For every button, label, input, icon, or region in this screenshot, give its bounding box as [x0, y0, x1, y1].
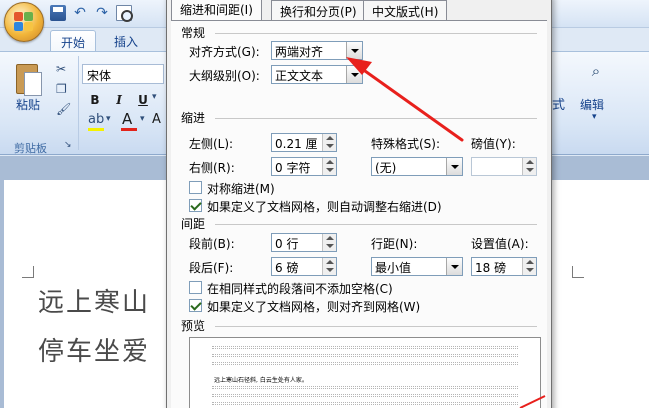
- left-indent-input[interactable]: 0.21 厘: [271, 133, 337, 152]
- alignment-label: 对齐方式(G):: [189, 45, 260, 59]
- line-spacing-label: 行距(N):: [371, 237, 418, 251]
- no-space-same-style-checkbox[interactable]: [189, 281, 202, 294]
- tab-insert[interactable]: 插入: [104, 30, 148, 52]
- spinner-icon[interactable]: [522, 158, 536, 175]
- document-text-line-2: 停车坐爱: [38, 337, 151, 367]
- clipboard-group-label: 剪贴板: [14, 142, 47, 155]
- chevron-down-icon[interactable]: [346, 66, 362, 83]
- tab-indents-spacing[interactable]: 缩进和间距(I): [171, 0, 262, 20]
- styles-label-fragment: 式: [552, 98, 566, 113]
- general-section-title: 常规: [181, 26, 206, 40]
- office-button[interactable]: [4, 2, 44, 42]
- underline-button[interactable]: U: [134, 91, 152, 109]
- highlight-icon[interactable]: ab: [88, 112, 104, 127]
- mirror-indents-checkbox[interactable]: [189, 181, 202, 194]
- spinner-icon[interactable]: [322, 158, 336, 175]
- format-painter-icon[interactable]: 🖌: [56, 102, 71, 116]
- dialog-panel: 常规 对齐方式(G): 两端对齐 大纲级别(O): 正文文本 缩进 左侧(L):…: [171, 20, 547, 408]
- quick-access-toolbar: ↶ ↷: [50, 5, 133, 22]
- special-indent-select[interactable]: (无): [371, 157, 463, 176]
- auto-adjust-indent-checkbox[interactable]: [189, 199, 202, 212]
- undo-icon[interactable]: ↶: [72, 5, 88, 21]
- chevron-down-icon[interactable]: [446, 258, 462, 275]
- spacing-at-label: 设置值(A):: [471, 237, 529, 251]
- font-color-icon[interactable]: A: [122, 110, 132, 128]
- right-indent-input[interactable]: 0 字符: [271, 157, 337, 176]
- outline-level-label: 大纲级别(O):: [189, 69, 260, 83]
- auto-adjust-indent-label: 如果定义了文档网格，则自动调整右缩进(D): [207, 200, 442, 214]
- spinner-icon[interactable]: [522, 258, 536, 275]
- spacing-before-label: 段前(B):: [189, 237, 235, 251]
- spinner-icon[interactable]: [322, 258, 336, 275]
- paste-label: 粘贴: [16, 98, 41, 112]
- binoculars-icon: ⌕: [591, 62, 601, 80]
- italic-button[interactable]: I: [110, 91, 128, 109]
- snap-to-grid-label: 如果定义了文档网格，则对齐到网格(W): [207, 300, 421, 314]
- print-preview-icon[interactable]: [116, 5, 133, 22]
- office-logo-icon: [14, 12, 34, 32]
- spacing-at-input[interactable]: 18 磅: [471, 257, 537, 276]
- left-indent-label: 左侧(L):: [189, 137, 234, 151]
- spacing-before-input[interactable]: 0 行: [271, 233, 337, 252]
- spacing-after-input[interactable]: 6 磅: [271, 257, 337, 276]
- dropdown-arrow-icon[interactable]: ▾: [152, 92, 157, 102]
- preview-section-title: 预览: [181, 319, 206, 333]
- font-name-box[interactable]: 宋体: [82, 64, 164, 84]
- editing-button[interactable]: ⌕ 编辑 ▾: [578, 58, 614, 126]
- document-text-line-1: 远上寒山: [38, 288, 151, 318]
- chevron-down-icon[interactable]: [446, 158, 462, 175]
- cut-icon[interactable]: ✂: [56, 62, 66, 76]
- indent-by-label: 磅值(Y):: [471, 137, 516, 151]
- spacing-after-label: 段后(F):: [189, 261, 234, 275]
- preview-sample-text: 远上寒山石径斜, 白云生处有人家。: [214, 377, 308, 384]
- line-spacing-select[interactable]: 最小值: [371, 257, 463, 276]
- paragraph-dialog: 缩进和间距(I) 换行和分页(P) 中文版式(H) 常规 对齐方式(G): 两端…: [166, 0, 552, 408]
- indent-section-title: 缩进: [181, 111, 206, 125]
- tab-line-page-breaks[interactable]: 换行和分页(P): [271, 0, 366, 20]
- special-indent-label: 特殊格式(S):: [371, 137, 441, 151]
- preview-box: 远上寒山石径斜, 白云生处有人家。: [189, 337, 541, 408]
- redo-icon[interactable]: ↷: [94, 5, 110, 21]
- outline-level-select[interactable]: 正文文本: [271, 65, 363, 84]
- save-icon[interactable]: [50, 5, 66, 21]
- chevron-down-icon[interactable]: [346, 42, 362, 59]
- indent-by-input[interactable]: [471, 157, 537, 176]
- paste-button[interactable]: [12, 60, 46, 98]
- spacing-section-title: 间距: [181, 217, 206, 231]
- mirror-indents-label: 对称缩进(M): [207, 182, 275, 196]
- snap-to-grid-checkbox[interactable]: [189, 299, 202, 312]
- editing-label: 编辑: [580, 98, 605, 112]
- no-space-same-style-label: 在相同样式的段落间不添加空格(C): [207, 282, 393, 296]
- right-indent-label: 右侧(R):: [189, 161, 235, 175]
- dialog-launcher-icon[interactable]: ↘: [64, 140, 72, 150]
- bold-button[interactable]: B: [86, 91, 104, 109]
- alignment-select[interactable]: 两端对齐: [271, 41, 363, 60]
- tab-home[interactable]: 开始: [50, 30, 97, 52]
- tab-asian-typography[interactable]: 中文版式(H): [363, 0, 448, 20]
- spinner-icon[interactable]: [322, 234, 336, 251]
- copy-icon[interactable]: ❐: [56, 82, 67, 96]
- spinner-icon[interactable]: [322, 134, 336, 151]
